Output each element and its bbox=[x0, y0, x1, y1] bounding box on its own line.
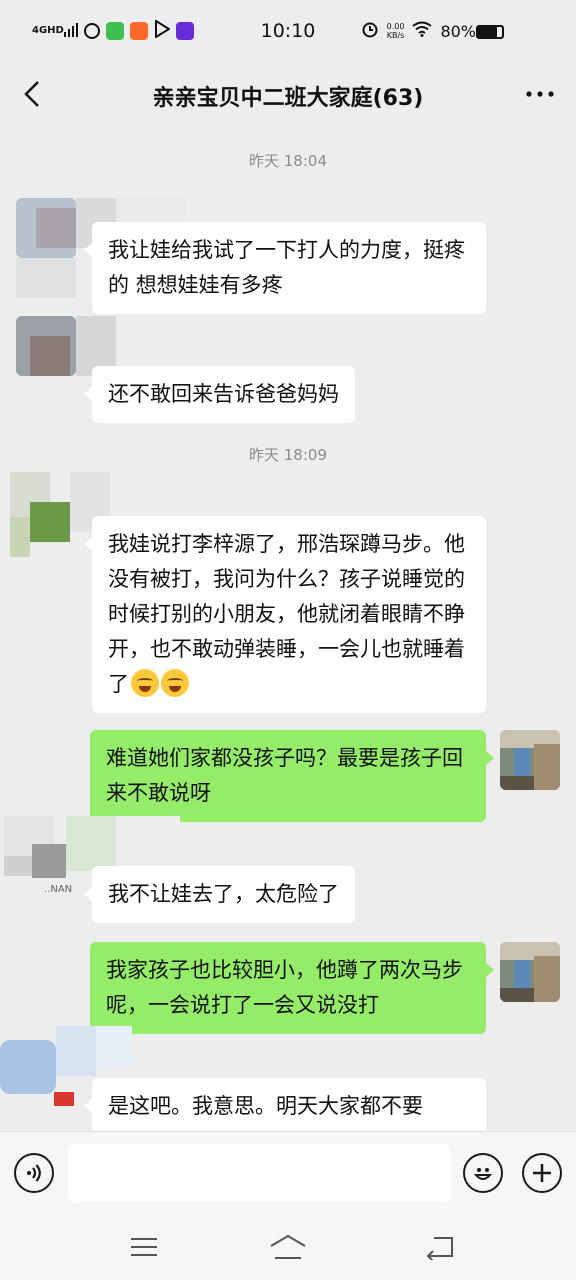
message-text: 我娃说打李梓源了，邢浩琛蹲马步。他没有被打，我问为什么？孩子说睡觉的时候打别的小… bbox=[108, 532, 465, 696]
menu-nav-button[interactable] bbox=[124, 1231, 164, 1263]
chat-header: 亲亲宝贝中二班大家庭(63) bbox=[0, 64, 576, 126]
status-right-icons: 0.00 KB/s 80% bbox=[361, 20, 476, 42]
add-button[interactable] bbox=[522, 1153, 562, 1193]
emoji-button[interactable] bbox=[463, 1153, 503, 1193]
message-bubble[interactable]: 我让娃给我试了一下打人的力度，挺疼的 想想娃娃有多疼 bbox=[84, 222, 486, 314]
watermark-logo bbox=[408, 1204, 558, 1248]
speed-value: 0.00 bbox=[386, 22, 405, 31]
voice-icon bbox=[27, 1164, 41, 1182]
home-icon bbox=[270, 1234, 306, 1259]
speed-unit: KB/s bbox=[386, 31, 405, 40]
emoji-icon bbox=[473, 1168, 493, 1180]
my-avatar[interactable] bbox=[500, 730, 560, 790]
message-bubble[interactable]: 还不敢回来告诉爸爸妈妈 bbox=[84, 366, 355, 423]
message-input[interactable] bbox=[68, 1144, 450, 1202]
wifi-icon bbox=[412, 21, 433, 41]
more-button[interactable] bbox=[520, 78, 560, 110]
message-bubble[interactable]: 我不让娃去了，太危险了 bbox=[84, 866, 355, 923]
sender-name: ..NAN bbox=[44, 884, 73, 895]
input-bar bbox=[0, 1131, 576, 1215]
timestamp: 昨天 18:09 bbox=[249, 446, 327, 464]
message-bubble-outgoing[interactable]: 难道她们家都没孩子吗？最要是孩子回来不敢说呀 bbox=[90, 730, 494, 822]
chat-title: 亲亲宝贝中二班大家庭(63) bbox=[152, 86, 424, 111]
back-button[interactable] bbox=[14, 76, 50, 112]
my-avatar[interactable] bbox=[500, 942, 560, 1002]
menu-icon bbox=[131, 1238, 157, 1256]
message-bubble[interactable]: 我娃说打李梓源了，邢浩琛蹲马步。他没有被打，我问为什么？孩子说睡觉的时候打别的小… bbox=[84, 516, 486, 713]
crying-laughing-emoji-icon bbox=[161, 669, 189, 697]
alarm-icon bbox=[361, 20, 379, 42]
status-bar: 4GHD 10:10 0.00 KB/s 80% bbox=[0, 0, 576, 64]
message-list[interactable]: 昨天 18:04 我让娃给我试了一下打人的力度，挺疼的 想想娃娃有多疼 还不敢回… bbox=[0, 126, 576, 1131]
battery-percent: 80% bbox=[440, 21, 476, 41]
home-nav-button[interactable] bbox=[268, 1231, 308, 1263]
crying-laughing-emoji-icon bbox=[131, 669, 159, 697]
voice-button[interactable] bbox=[14, 1153, 54, 1193]
battery-icon bbox=[476, 25, 504, 39]
message-bubble-outgoing[interactable]: 我家孩子也比较胆小，他蹲了两次马步呢，一会说打了一会又说没打 bbox=[90, 942, 494, 1034]
timestamp: 昨天 18:04 bbox=[249, 152, 327, 170]
chevron-left-icon bbox=[24, 81, 39, 107]
more-dots-icon bbox=[526, 91, 554, 97]
network-speed: 0.00 KB/s bbox=[387, 22, 405, 40]
plus-icon bbox=[533, 1164, 551, 1182]
message-bubble[interactable]: 是这吧。我意思。明天大家都不要 bbox=[84, 1078, 486, 1131]
